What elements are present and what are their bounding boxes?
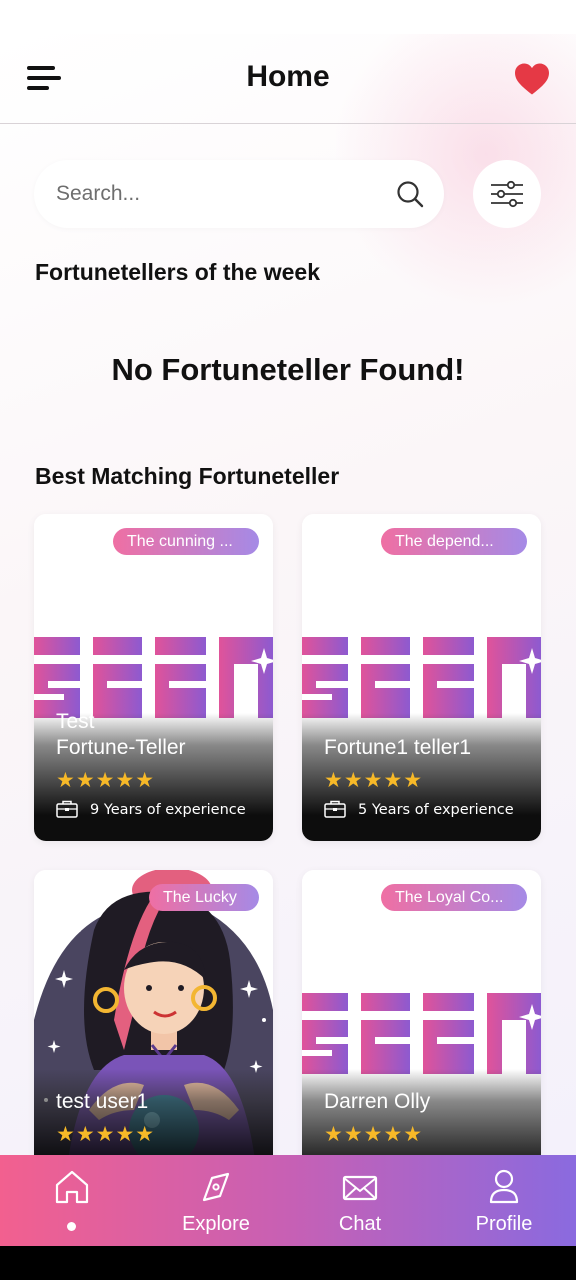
briefcase-icon <box>56 800 78 818</box>
title-badge: The depend... <box>381 528 527 555</box>
fortuneteller-card[interactable]: The depend... Fortune1 teller1 ★★★★★ 5 Y… <box>302 514 541 841</box>
star-rating: ★★★★★ <box>56 768 156 792</box>
title-badge: The cunning ... <box>113 528 259 555</box>
fortuneteller-card[interactable]: The cunning ... Test Fortune-Teller ★★★★… <box>34 514 273 841</box>
sliders-icon <box>491 180 523 208</box>
user-icon <box>489 1169 519 1204</box>
title-badge: The Loyal Co... <box>381 884 527 911</box>
title-badge: The Lucky <box>149 884 259 911</box>
top-bar: Home <box>0 34 576 124</box>
home-icon <box>55 1170 89 1204</box>
experience-row: 9 Years of experience <box>56 800 246 820</box>
star-rating: ★★★★★ <box>56 1122 156 1146</box>
empty-state-message: No Fortuneteller Found! <box>111 352 465 387</box>
nav-label-explore: Explore <box>182 1213 250 1235</box>
fortuneteller-name: Test Fortune-Teller <box>56 709 261 761</box>
fortuneteller-card[interactable]: The Lucky test user1 ★★★★★ <box>34 870 273 1155</box>
experience-row: 5 Years of experience <box>324 800 514 820</box>
app-screen: Home Fortunetellers of the week No Fortu… <box>0 34 576 1155</box>
nav-home[interactable] <box>0 1155 144 1246</box>
section-title-week: Fortunetellers of the week <box>35 259 321 285</box>
nav-explore[interactable]: Explore <box>144 1155 288 1246</box>
nav-label-profile: Profile <box>475 1213 533 1235</box>
name-line-1: Test <box>56 710 95 733</box>
fortuneteller-name: Fortune1 teller1 <box>324 736 472 759</box>
search-icon[interactable] <box>396 180 424 208</box>
name-line-2: Fortune-Teller <box>56 736 186 759</box>
section-title-best-matching: Best Matching Fortuneteller <box>35 463 340 489</box>
bottom-navigation: Explore Chat Profile <box>0 1155 576 1246</box>
status-bar <box>0 0 576 34</box>
page-title: Home <box>246 60 330 93</box>
fortuneteller-name: Darren Olly <box>324 1090 431 1113</box>
active-indicator-dot <box>67 1222 76 1231</box>
experience-text: 9 Years of experience <box>90 802 246 818</box>
experience-text: 5 Years of experience <box>358 802 514 818</box>
search-input[interactable] <box>56 178 376 210</box>
nav-chat[interactable]: Chat <box>288 1155 432 1246</box>
nav-label-chat: Chat <box>338 1213 382 1235</box>
star-rating: ★★★★★ <box>324 768 424 792</box>
search-bar <box>34 160 444 228</box>
heart-icon[interactable] <box>513 62 551 96</box>
filter-button[interactable] <box>473 160 541 228</box>
fortuneteller-card[interactable]: The Loyal Co... Darren Olly ★★★★★ <box>302 870 541 1155</box>
fortuneteller-name: test user1 <box>56 1090 149 1113</box>
mail-icon <box>342 1175 378 1201</box>
system-navigation-bar <box>0 1246 576 1280</box>
compass-icon <box>202 1172 230 1202</box>
star-rating: ★★★★★ <box>324 1122 424 1146</box>
nav-profile[interactable]: Profile <box>432 1155 576 1246</box>
briefcase-icon <box>324 800 346 818</box>
